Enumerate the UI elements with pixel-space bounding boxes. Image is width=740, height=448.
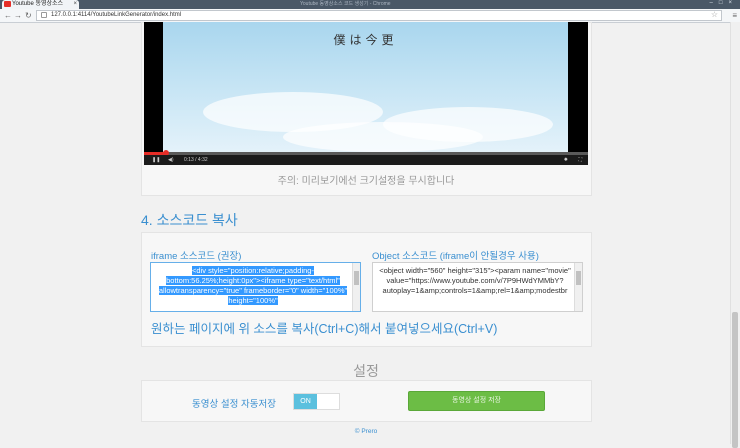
minimize-icon[interactable]: – <box>710 0 719 6</box>
video-player[interactable]: 僕は今更 ❚❚ ◀) 0:13 / 4:32 ✹ ⛶ <box>144 22 588 165</box>
object-code-label: Object 소스코드 (iframe이 안될경우 사용) <box>372 251 539 262</box>
autosave-toggle[interactable]: ON <box>293 393 340 410</box>
autosave-label: 동영상 설정 자동저장 <box>192 399 276 410</box>
settings-heading: 설정 <box>353 363 379 379</box>
copy-hint: 원하는 페이지에 위 소스를 복사(Ctrl+C)해서 붙여넣으세요(Ctrl+… <box>151 322 498 336</box>
window-title: Youtube 동영상소스 코드 생성기 - Chrome <box>300 1 391 7</box>
tab-title: Youtube 동영상소스 <box>12 1 64 7</box>
bookmark-star-icon[interactable]: ☆ <box>711 10 718 19</box>
video-controls: ❚❚ ◀) 0:13 / 4:32 ✹ ⛶ <box>144 155 588 165</box>
video-frame: 僕は今更 <box>163 22 568 152</box>
browser-toolbar: ← → ↻ 127.0.0.1:4114/YoutubeLinkGenerato… <box>0 9 740 23</box>
tab-close-icon[interactable]: × <box>73 0 77 9</box>
iframe-code-text: <div style="position:relative;padding-bo… <box>158 266 348 305</box>
pause-icon[interactable]: ❚❚ <box>152 155 160 165</box>
url-text: 127.0.0.1:4114/YoutubeLinkGenerator/inde… <box>51 12 182 18</box>
page-scrollbar-thumb[interactable] <box>732 312 738 448</box>
iframe-code-scrollbar[interactable] <box>352 263 360 311</box>
iframe-code-label: iframe 소스코드 (권장) <box>151 251 242 262</box>
section-heading-source-code: 4. 소스코드 복사 <box>141 212 238 228</box>
browser-chrome: Youtube 동영상소스 × Youtube 동영상소스 코드 생성기 - C… <box>0 0 740 23</box>
menu-icon[interactable]: ≡ <box>732 10 737 21</box>
reload-icon[interactable]: ↻ <box>25 10 32 21</box>
object-code-scrollbar[interactable] <box>574 263 582 311</box>
object-code-text: <object width="560" height="315"><param … <box>379 266 571 295</box>
settings-gear-icon[interactable]: ✹ <box>564 155 568 165</box>
object-code-textarea[interactable]: <object width="560" height="315"><param … <box>372 262 583 312</box>
volume-icon[interactable]: ◀) <box>168 155 174 165</box>
fullscreen-icon[interactable]: ⛶ <box>578 155 582 165</box>
video-time: 0:13 / 4:32 <box>184 157 208 163</box>
forward-icon[interactable]: → <box>14 10 22 21</box>
footer-copyright[interactable]: © Prero <box>144 428 588 435</box>
page-scrollbar[interactable] <box>730 22 740 448</box>
youtube-favicon-icon <box>4 1 11 7</box>
video-caption: 僕は今更 <box>333 33 398 47</box>
back-icon[interactable]: ← <box>4 10 12 21</box>
save-video-settings-button[interactable]: 동영상 설정 저장 <box>408 391 545 411</box>
window-controls[interactable]: –□× <box>710 0 738 6</box>
close-icon[interactable]: × <box>728 0 738 6</box>
page-info-icon[interactable] <box>41 12 47 18</box>
tab-bar: Youtube 동영상소스 × Youtube 동영상소스 코드 생성기 - C… <box>0 0 740 9</box>
iframe-code-textarea[interactable]: <div style="position:relative;padding-bo… <box>150 262 361 312</box>
address-bar[interactable]: 127.0.0.1:4114/YoutubeLinkGenerator/inde… <box>36 10 722 21</box>
preview-notice: 주의: 미리보기에선 크기설정을 무시합니다 <box>277 176 455 187</box>
toggle-on-state: ON <box>294 394 317 409</box>
browser-tab[interactable]: Youtube 동영상소스 × <box>2 0 79 9</box>
